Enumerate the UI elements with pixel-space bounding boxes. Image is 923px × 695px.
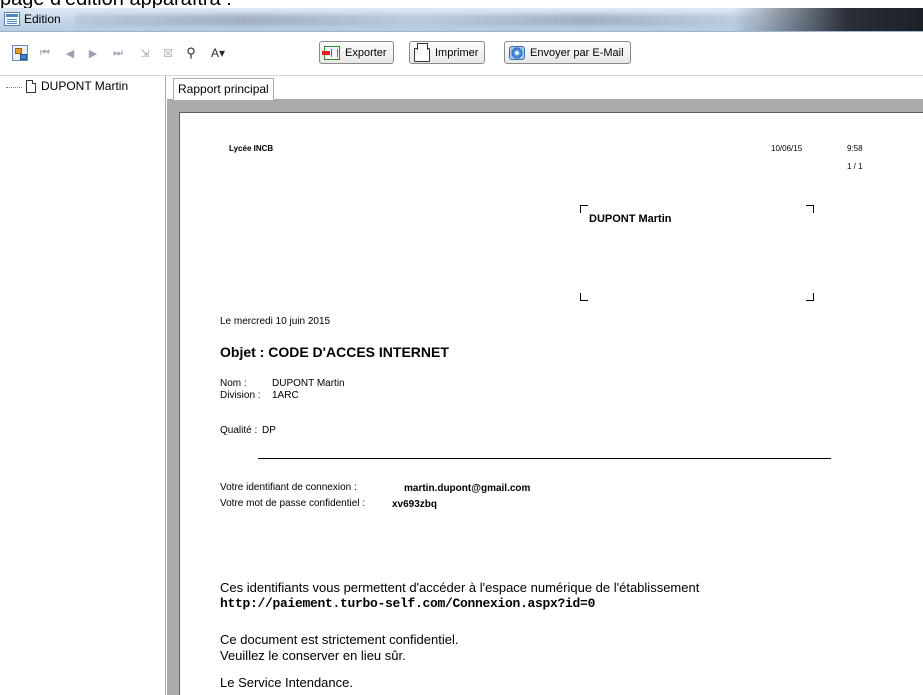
login-label: Votre identifiant de connexion : bbox=[220, 482, 357, 493]
tab-strip: Rapport principal bbox=[167, 76, 923, 100]
report-tree-panel: DUPONT Martin bbox=[0, 76, 166, 695]
address-corner-bottom-right bbox=[806, 293, 814, 301]
qualite-label: Qualité : bbox=[220, 425, 258, 436]
email-button[interactable]: Envoyer par E-Mail bbox=[504, 41, 631, 64]
toolbar: ⏮ ◀ ▶ ⏭ ⇲ ☒ ⚲ A▾ Exporter Imprimer Envoy… bbox=[0, 32, 923, 76]
report-date: 10/06/15 bbox=[771, 144, 803, 153]
email-button-label: Envoyer par E-Mail bbox=[530, 46, 624, 59]
confidential-line-1: Ce document est strictement confidentiel… bbox=[220, 632, 459, 647]
nom-value: DUPONT Martin bbox=[272, 378, 345, 389]
login-value: martin.dupont@gmail.com bbox=[404, 483, 531, 494]
report-page: Lycée INCB 10/06/15 9:58 1 / 1 DUPONT Ma… bbox=[179, 112, 923, 695]
date-line: Le mercredi 10 juin 2015 bbox=[220, 316, 331, 327]
address-corner-top-right bbox=[806, 205, 814, 213]
address-corner-bottom-left bbox=[580, 293, 588, 301]
tree-toggle-icon[interactable] bbox=[12, 45, 28, 61]
document-icon bbox=[26, 79, 36, 93]
close-icon[interactable]: ☒ bbox=[160, 45, 176, 61]
first-page-icon[interactable]: ⏮ bbox=[37, 45, 53, 61]
export-button-label: Exporter bbox=[345, 46, 387, 59]
tree-item-dupont-martin[interactable]: DUPONT Martin bbox=[23, 79, 128, 93]
tree-connector bbox=[6, 87, 22, 88]
export-icon bbox=[322, 45, 340, 60]
document-caption-fragment: page d'édition apparaîtra : bbox=[0, 0, 923, 8]
tree-item-label: DUPONT Martin bbox=[41, 79, 129, 93]
password-value: xv693zbq bbox=[392, 499, 438, 510]
printer-icon bbox=[414, 42, 430, 62]
find-icon[interactable]: ⚲ bbox=[183, 45, 199, 61]
title-bar-dark-region bbox=[733, 8, 923, 31]
address-corner-top-left bbox=[580, 205, 588, 213]
report-time: 9:58 bbox=[847, 144, 863, 153]
print-button[interactable]: Imprimer bbox=[409, 41, 486, 64]
export-button[interactable]: Exporter bbox=[319, 41, 394, 64]
signature: Le Service Intendance. bbox=[220, 675, 353, 690]
last-page-icon[interactable]: ⏭ bbox=[110, 45, 126, 61]
window-title: Edition bbox=[24, 12, 61, 26]
email-icon bbox=[509, 45, 525, 60]
export-page-icon[interactable]: ⇲ bbox=[137, 45, 153, 61]
portal-url: http://paiement.turbo-self.com/Connexion… bbox=[220, 596, 596, 611]
info-line: Ces identifiants vous permettent d'accéd… bbox=[220, 580, 700, 595]
zoom-icon[interactable]: A▾ bbox=[207, 45, 229, 61]
tab-rapport-principal[interactable]: Rapport principal bbox=[173, 78, 274, 100]
window-title-bar: Edition bbox=[0, 8, 923, 32]
nom-label: Nom : bbox=[220, 378, 247, 389]
page-number: 1 / 1 bbox=[847, 162, 863, 171]
school-name: Lycée INCB bbox=[229, 144, 274, 153]
next-page-icon[interactable]: ▶ bbox=[85, 45, 101, 61]
division-label: Division : bbox=[220, 390, 261, 401]
app-icon bbox=[4, 12, 20, 26]
blurred-title-area bbox=[75, 14, 755, 26]
division-value: 1ARC bbox=[272, 390, 299, 401]
subject-line: Objet : CODE D'ACCES INTERNET bbox=[220, 344, 449, 360]
previous-page-icon[interactable]: ◀ bbox=[62, 45, 78, 61]
password-label: Votre mot de passe confidentiel : bbox=[220, 498, 366, 509]
separator-line bbox=[258, 458, 831, 459]
recipient-name: DUPONT Martin bbox=[589, 213, 672, 225]
confidential-line-2: Veuillez le conserver en lieu sûr. bbox=[220, 648, 406, 663]
print-button-label: Imprimer bbox=[435, 46, 479, 59]
report-preview-area[interactable]: Lycée INCB 10/06/15 9:58 1 / 1 DUPONT Ma… bbox=[167, 100, 923, 695]
qualite-value: DP bbox=[262, 425, 276, 436]
